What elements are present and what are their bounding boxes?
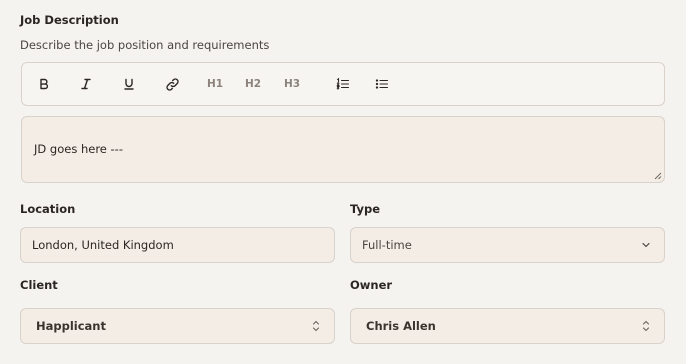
italic-button[interactable] [74,63,98,105]
editor-content[interactable]: JD goes here --- [34,142,123,156]
type-select[interactable]: Full-time [350,227,665,263]
underline-icon [124,78,134,90]
owner-value: Chris Allen [366,319,436,333]
resize-handle-icon[interactable] [654,172,662,180]
bullet-list-button[interactable] [370,63,394,105]
ordered-list-button[interactable] [331,63,355,105]
link-button[interactable] [160,63,184,105]
chevron-down-icon [642,242,650,248]
chevron-up-down-icon [642,320,650,332]
heading-2-button[interactable]: H2 [241,63,265,105]
heading-3-button[interactable]: H3 [280,63,304,105]
owner-label: Owner [350,278,393,292]
location-input[interactable]: London, United Kingdom [20,227,335,263]
bullet-list-icon [375,79,389,89]
client-value: Happlicant [36,319,106,333]
client-label: Client [20,278,58,292]
bold-icon [40,78,49,90]
type-label: Type [350,202,381,216]
bold-button[interactable] [32,63,56,105]
editor-toolbar: H1 H2 H3 [21,62,665,106]
ordered-list-icon [336,77,350,90]
link-icon [165,77,179,91]
type-value: Full-time [362,238,412,252]
job-description-title: Job Description [20,13,119,27]
chevron-up-down-icon [312,320,320,332]
client-select[interactable]: Happlicant [20,308,335,344]
italic-icon [81,78,91,90]
owner-select[interactable]: Chris Allen [350,308,665,344]
heading-1-button[interactable]: H1 [203,63,227,105]
location-label: Location [20,202,76,216]
job-description-subtitle: Describe the job position and requiremen… [20,38,270,52]
job-description-editor[interactable]: JD goes here --- [21,116,665,183]
location-value: London, United Kingdom [32,238,174,252]
underline-button[interactable] [117,63,141,105]
